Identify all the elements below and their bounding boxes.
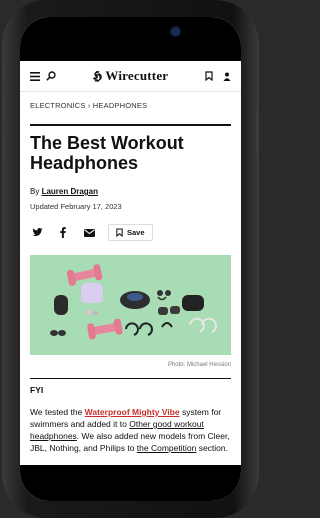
- fyi-text: We tested the: [30, 407, 85, 417]
- menu-icon[interactable]: [30, 71, 40, 81]
- photo-credit: Photo: Michael Hession: [167, 362, 231, 368]
- fyi-paragraph: We tested the Waterproof Mighty Vibe sys…: [30, 406, 231, 454]
- side-button: [2, 132, 5, 162]
- competition-link[interactable]: the Competition: [137, 443, 197, 453]
- status-bar: [20, 17, 241, 61]
- fyi-heading: FYI: [30, 385, 44, 395]
- title-rule: [30, 124, 231, 126]
- save-label: Save: [127, 228, 145, 237]
- breadcrumb[interactable]: ELECTRONICS › HEADPHONES: [30, 101, 231, 110]
- byline-prefix: By: [30, 187, 42, 196]
- article-title: The Best Workout Headphones: [30, 133, 184, 173]
- author-link[interactable]: Lauren Dragan: [42, 187, 98, 196]
- account-icon[interactable]: [223, 72, 231, 81]
- notch: [75, 17, 186, 47]
- side-button: [256, 110, 259, 156]
- search-icon[interactable]: [46, 71, 56, 81]
- wirecutter-logo[interactable]: 𝕳 Wirecutter: [56, 68, 205, 84]
- bottom-bar: [20, 465, 241, 501]
- twitter-icon[interactable]: [30, 226, 44, 240]
- facebook-icon[interactable]: [56, 226, 70, 240]
- email-icon[interactable]: [82, 226, 96, 240]
- side-button: [2, 95, 5, 125]
- bookmark-icon[interactable]: [205, 71, 213, 81]
- waterproof-link[interactable]: Waterproof Mighty Vibe: [85, 407, 180, 417]
- site-header: 𝕳 Wirecutter: [20, 61, 241, 92]
- side-button: [2, 64, 5, 82]
- phone-screen: 𝕳 Wirecutter ELECTRONICS › HEADPHONES Th…: [20, 17, 241, 501]
- save-button[interactable]: Save: [108, 224, 153, 241]
- share-bar: Save: [30, 224, 231, 241]
- fyi-rule: [30, 378, 231, 379]
- updated-date: Updated February 17, 2023: [30, 202, 122, 211]
- fyi-text: section.: [196, 443, 228, 453]
- article-content: ELECTRONICS › HEADPHONES The Best Workou…: [20, 101, 241, 454]
- hero-image: [30, 255, 231, 355]
- bookmark-icon: [116, 228, 123, 237]
- byline: By Lauren Dragan: [30, 187, 231, 196]
- headphones-photo: [30, 255, 231, 355]
